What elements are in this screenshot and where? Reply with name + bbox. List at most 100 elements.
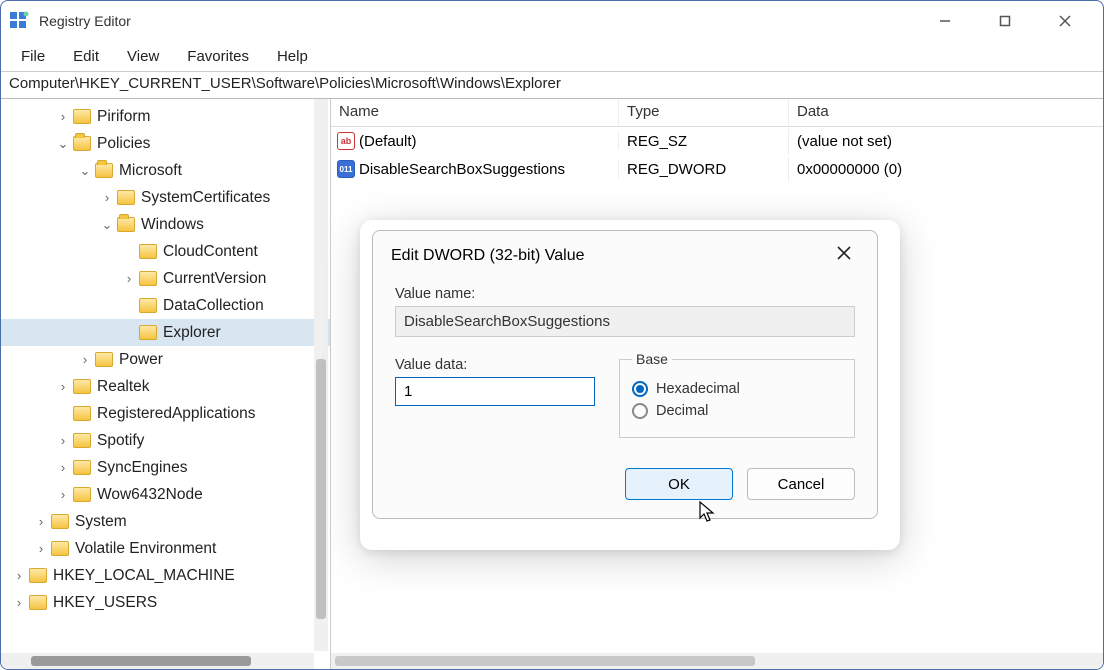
tree-item-power[interactable]: › Power	[1, 346, 330, 373]
folder-icon	[51, 514, 69, 529]
ok-button[interactable]: OK	[625, 468, 733, 500]
maximize-button[interactable]	[985, 6, 1025, 36]
tree-item-explorer[interactable]: ›Explorer	[1, 319, 330, 346]
menu-edit[interactable]: Edit	[63, 45, 109, 68]
folder-icon	[73, 460, 91, 475]
radio-hex[interactable]: Hexadecimal	[632, 381, 842, 397]
tree-item-label: RegisteredApplications	[97, 405, 256, 423]
tree-item-label: HKEY_USERS	[53, 594, 157, 612]
value-name: DisableSearchBoxSuggestions	[359, 161, 565, 178]
chevron-right-icon[interactable]: ›	[77, 352, 93, 367]
tree-pane[interactable]: ›Piriform⌄Policies⌄Microsoft›SystemCerti…	[1, 99, 331, 669]
tree-item-microsoft[interactable]: ⌄Microsoft	[1, 157, 330, 184]
tree-item-label: Power	[119, 351, 163, 369]
tree-item-spotify[interactable]: ›Spotify	[1, 427, 330, 454]
folder-icon	[117, 217, 135, 232]
tree-item-label: Realtek	[97, 378, 150, 396]
tree-item-policies[interactable]: ⌄ Policies	[1, 130, 330, 157]
folder-icon	[139, 271, 157, 286]
value-name: (Default)	[359, 133, 417, 150]
chevron-right-icon[interactable]: ›	[11, 568, 27, 583]
close-button[interactable]	[1045, 6, 1085, 36]
app-icon	[9, 11, 29, 31]
chevron-right-icon[interactable]: ›	[55, 433, 71, 448]
titlebar[interactable]: Registry Editor	[1, 1, 1103, 41]
values-header: Name Type Data	[331, 99, 1103, 127]
list-horizontal-scrollbar[interactable]	[331, 653, 1103, 669]
radio-dec[interactable]: Decimal	[632, 403, 842, 419]
tree-item-volatile-environment[interactable]: ›Volatile Environment	[1, 535, 330, 562]
chevron-down-icon[interactable]: ⌄	[99, 217, 115, 233]
dialog-title: Edit DWORD (32-bit) Value	[391, 247, 585, 265]
base-legend: Base	[632, 351, 672, 367]
tree-item-label: SyncEngines	[97, 459, 187, 477]
tree-item-realtek[interactable]: › Realtek	[1, 373, 330, 400]
value-type: REG_DWORD	[619, 157, 789, 182]
tree-item-wow6432node[interactable]: › Wow6432Node	[1, 481, 330, 508]
tree-item-label: CurrentVersion	[163, 270, 266, 288]
folder-icon	[73, 406, 91, 421]
tree-item-hkey-local-machine[interactable]: ›HKEY_LOCAL_MACHINE	[1, 562, 330, 589]
menu-file[interactable]: File	[11, 45, 55, 68]
chevron-right-icon[interactable]: ›	[99, 190, 115, 205]
address-bar[interactable]: Computer\HKEY_CURRENT_USER\Software\Poli…	[1, 71, 1103, 99]
tree-item-currentversion[interactable]: › CurrentVersion	[1, 265, 330, 292]
value-data: 0x00000000 (0)	[789, 157, 1103, 182]
value-data: (value not set)	[789, 129, 1103, 154]
menu-help[interactable]: Help	[267, 45, 318, 68]
folder-icon	[29, 568, 47, 583]
folder-icon	[95, 163, 113, 178]
tree-item-label: Wow6432Node	[97, 486, 203, 504]
tree-item-label: Piriform	[97, 108, 150, 126]
chevron-right-icon[interactable]: ›	[55, 379, 71, 394]
minimize-button[interactable]	[925, 6, 965, 36]
chevron-right-icon[interactable]: ›	[55, 460, 71, 475]
chevron-right-icon[interactable]: ›	[55, 487, 71, 502]
value-row[interactable]: ab(Default)REG_SZ(value not set)	[331, 127, 1103, 155]
tree-vertical-scrollbar[interactable]	[314, 99, 328, 651]
tree-item-registeredapplications[interactable]: ›RegisteredApplications	[1, 400, 330, 427]
menu-view[interactable]: View	[117, 45, 169, 68]
window-title: Registry Editor	[39, 13, 925, 29]
col-header-name[interactable]: Name	[331, 99, 619, 126]
folder-icon	[73, 379, 91, 394]
chevron-down-icon[interactable]: ⌄	[55, 136, 71, 152]
chevron-right-icon[interactable]: ›	[33, 541, 49, 556]
tree-item-system[interactable]: › System	[1, 508, 330, 535]
dialog-close-icon[interactable]	[829, 245, 859, 266]
col-header-type[interactable]: Type	[619, 99, 789, 126]
value-name-label: Value name:	[395, 286, 855, 302]
chevron-right-icon[interactable]: ›	[121, 271, 137, 286]
chevron-right-icon[interactable]: ›	[33, 514, 49, 529]
value-data-label: Value data:	[395, 357, 595, 373]
tree-item-piriform[interactable]: › Piriform	[1, 103, 330, 130]
folder-icon	[73, 487, 91, 502]
tree-horizontal-scrollbar[interactable]	[1, 653, 314, 669]
tree-item-windows[interactable]: ⌄Windows	[1, 211, 330, 238]
chevron-right-icon[interactable]: ›	[11, 595, 27, 610]
folder-icon	[139, 298, 157, 313]
radio-hex-indicator	[632, 381, 648, 397]
col-header-data[interactable]: Data	[789, 99, 1103, 126]
folder-icon	[139, 244, 157, 259]
tree-item-datacollection[interactable]: ›DataCollection	[1, 292, 330, 319]
tree-item-label: System	[75, 513, 127, 531]
value-data-input[interactable]	[395, 377, 595, 406]
radio-dec-indicator	[632, 403, 648, 419]
tree-item-label: Explorer	[163, 324, 221, 342]
folder-icon	[117, 190, 135, 205]
tree-item-hkey-users[interactable]: › HKEY_USERS	[1, 589, 330, 616]
tree-item-cloudcontent[interactable]: ›CloudContent	[1, 238, 330, 265]
menubar: File Edit View Favorites Help	[1, 41, 1103, 71]
chevron-down-icon[interactable]: ⌄	[77, 163, 93, 179]
tree-item-systemcertificates[interactable]: › SystemCertificates	[1, 184, 330, 211]
menu-favorites[interactable]: Favorites	[177, 45, 259, 68]
cancel-button[interactable]: Cancel	[747, 468, 855, 500]
edit-dword-dialog: Edit DWORD (32-bit) Value Value name: Di…	[372, 230, 878, 519]
tree-item-syncengines[interactable]: › SyncEngines	[1, 454, 330, 481]
folder-icon	[51, 541, 69, 556]
tree-item-label: SystemCertificates	[141, 189, 270, 207]
value-row[interactable]: 011DisableSearchBoxSuggestionsREG_DWORD0…	[331, 155, 1103, 183]
tree-item-label: Policies	[97, 135, 150, 153]
chevron-right-icon[interactable]: ›	[55, 109, 71, 124]
